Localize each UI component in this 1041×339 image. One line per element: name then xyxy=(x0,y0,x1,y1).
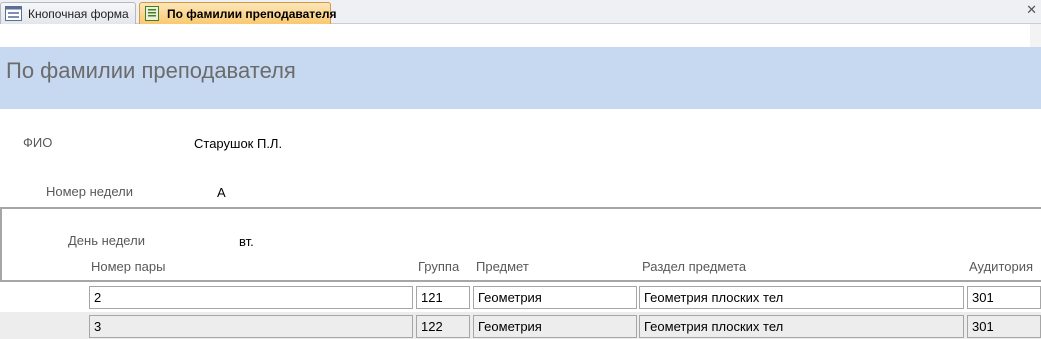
subject-section-field[interactable]: Геометрия плоских тел xyxy=(639,315,964,338)
column-header-section: Раздел предмета xyxy=(642,259,747,274)
form-icon xyxy=(5,6,22,21)
document-tab-bar: Кнопочная форма По фамилии преподавателя… xyxy=(0,0,1041,24)
week-number-value: А xyxy=(217,185,226,200)
subject-field[interactable]: Геометрия xyxy=(473,286,637,309)
day-of-week-label: День недели xyxy=(68,233,145,248)
group-field[interactable]: 121 xyxy=(416,286,470,309)
column-header-pair: Номер пары xyxy=(91,259,166,274)
column-header-room: Аудитория xyxy=(969,259,1034,274)
tab-teacher-report[interactable]: По фамилии преподавателя xyxy=(139,2,336,24)
room-field[interactable]: 301 xyxy=(967,286,1041,309)
scroll-gutter xyxy=(1030,24,1041,47)
group-field[interactable]: 122 xyxy=(416,315,470,338)
table-row: 2 121 Геометрия Геометрия плоских тел 30… xyxy=(0,283,1041,312)
subject-section-field[interactable]: Геометрия плоских тел xyxy=(639,286,964,309)
fio-value: Старушок П.Л. xyxy=(194,136,283,151)
tab-label: Кнопочная форма xyxy=(28,6,129,21)
tab-label: По фамилии преподавателя xyxy=(167,6,337,21)
tab-switchboard-form[interactable]: Кнопочная форма xyxy=(0,2,136,24)
pair-number-field[interactable]: 3 xyxy=(89,315,413,338)
subject-field[interactable]: Геометрия xyxy=(473,315,637,338)
column-header-subject: Предмет xyxy=(476,259,529,274)
close-icon[interactable]: ✕ xyxy=(1026,2,1037,18)
room-field[interactable]: 301 xyxy=(967,315,1041,338)
week-number-label: Номер недели xyxy=(46,184,133,199)
pair-number-field[interactable]: 2 xyxy=(89,286,413,309)
column-header-group: Группа xyxy=(418,259,460,274)
report-icon xyxy=(144,6,161,21)
day-of-week-value: вт. xyxy=(239,234,254,249)
fio-label: ФИО xyxy=(23,135,53,150)
page-title: По фамилии преподавателя xyxy=(6,58,296,83)
table-row: 3 122 Геометрия Геометрия плоских тел 30… xyxy=(0,312,1041,339)
